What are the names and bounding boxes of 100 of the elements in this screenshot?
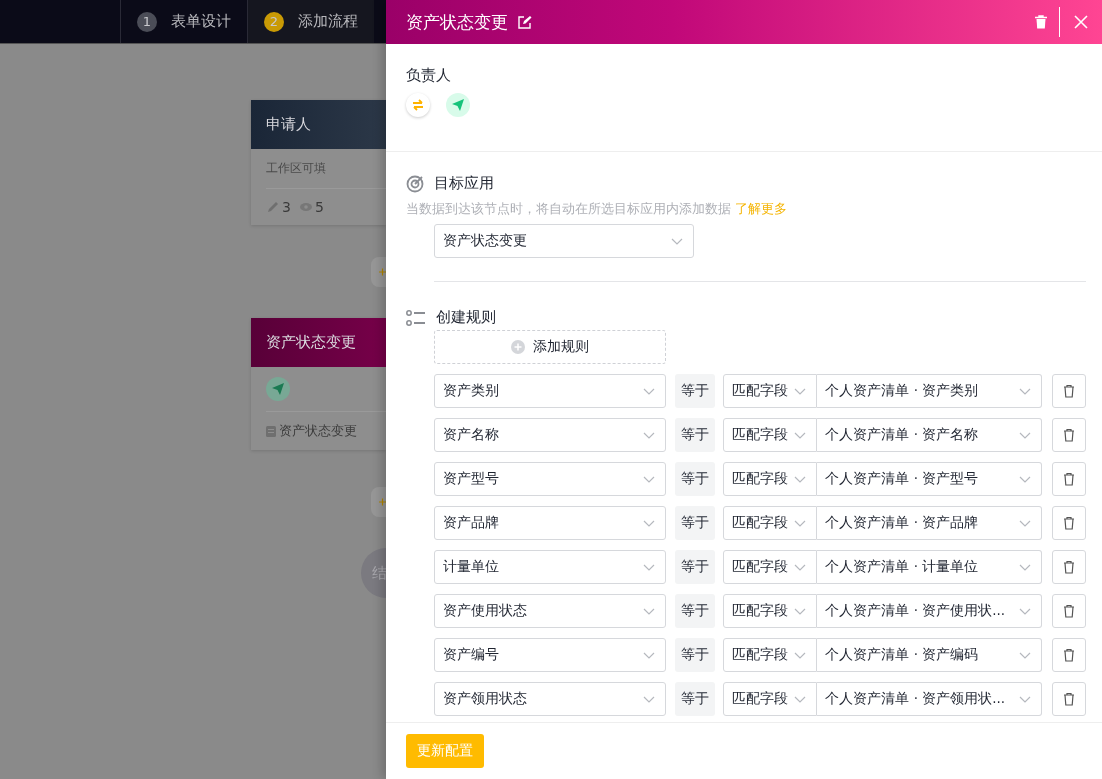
chevron-down-icon — [642, 563, 655, 571]
chevron-down-icon — [642, 519, 655, 527]
pencil-icon — [266, 200, 280, 214]
field-select[interactable]: 资产编号 — [434, 638, 666, 672]
delete-rule-button[interactable] — [1052, 594, 1086, 628]
section-title: 目标应用 — [434, 174, 494, 193]
chevron-down-icon — [642, 695, 655, 703]
chevron-down-icon — [1019, 475, 1031, 483]
section-title: 创建规则 — [436, 308, 496, 327]
edit-icon — [518, 15, 532, 29]
value-select[interactable]: 个人资产清单 · 资产编码 — [817, 638, 1042, 672]
chevron-down-icon — [1019, 387, 1031, 395]
delete-node-button[interactable] — [1035, 15, 1047, 29]
field-select[interactable]: 资产品牌 — [434, 506, 666, 540]
operator-label: 等于 — [674, 682, 715, 716]
delete-rule-button[interactable] — [1052, 638, 1086, 672]
value-select[interactable]: 个人资产清单 · 计量单位 — [817, 550, 1042, 584]
field-select[interactable]: 资产领用状态 — [434, 682, 666, 716]
trash-icon — [1062, 560, 1076, 574]
edit-title-button[interactable] — [518, 15, 532, 29]
operator-label: 等于 — [674, 594, 715, 628]
chevron-down-icon — [794, 651, 807, 659]
list-icon — [406, 309, 426, 326]
chevron-down-icon — [1019, 431, 1031, 439]
chevron-down-icon — [1019, 651, 1031, 659]
operator-label: 等于 — [674, 506, 715, 540]
operator-label: 等于 — [674, 418, 715, 452]
flow-node-card[interactable]: 资产状态变更 资产状态变更 — [251, 318, 386, 450]
target-icon — [406, 174, 424, 193]
add-node-button[interactable] — [371, 257, 386, 287]
value-select[interactable]: 个人资产清单 · 资产品牌 — [817, 506, 1042, 540]
add-node-button[interactable] — [371, 487, 386, 517]
chevron-down-icon — [794, 387, 807, 395]
chevron-down-icon — [642, 387, 655, 395]
value-select[interactable]: 个人资产清单 · 资产使用状... — [817, 594, 1042, 628]
chevron-down-icon — [1019, 563, 1031, 571]
chevron-down-icon — [1019, 607, 1031, 615]
app-select[interactable]: 资产状态变更 — [434, 224, 694, 258]
node-title: 资产状态变更 — [251, 318, 386, 367]
chevron-down-icon — [794, 519, 807, 527]
delete-rule-button[interactable] — [1052, 506, 1086, 540]
trash-icon — [1062, 648, 1076, 662]
mode-select[interactable]: 匹配字段 — [722, 638, 818, 672]
chevron-down-icon — [794, 695, 807, 703]
arrows-icon — [412, 99, 424, 111]
paper-plane-icon — [271, 382, 285, 396]
trash-icon — [1062, 472, 1076, 486]
field-select[interactable]: 资产型号 — [434, 462, 666, 496]
edit-count: 3 — [282, 199, 291, 215]
close-icon — [1074, 15, 1088, 29]
delete-rule-button[interactable] — [1052, 374, 1086, 408]
value-select[interactable]: 个人资产清单 · 资产型号 — [817, 462, 1042, 496]
delete-rule-button[interactable] — [1052, 418, 1086, 452]
node-title: 申请人 — [251, 100, 386, 149]
chevron-down-icon — [1019, 519, 1031, 527]
delete-rule-button[interactable] — [1052, 550, 1086, 584]
value-select[interactable]: 个人资产清单 · 资产领用状... — [817, 682, 1042, 716]
flow-node-card[interactable]: 申请人 工作区可填 3 5 — [251, 100, 386, 225]
delete-rule-button[interactable] — [1052, 462, 1086, 496]
chevron-down-icon — [794, 475, 807, 483]
trash-icon — [1062, 384, 1076, 398]
chevron-down-icon — [794, 563, 807, 571]
field-select[interactable]: 资产类别 — [434, 374, 666, 408]
add-rule-button[interactable]: 添加规则 — [434, 330, 666, 364]
mode-select[interactable]: 匹配字段 — [722, 418, 818, 452]
operator-label: 等于 — [674, 638, 715, 672]
chevron-down-icon — [794, 607, 807, 615]
mode-select[interactable]: 匹配字段 — [722, 374, 818, 408]
hint-text: 当数据到达该节点时，将自动在所选目标应用内添加数据 了解更多 — [406, 201, 788, 218]
trash-icon — [1062, 516, 1076, 530]
close-button[interactable] — [1074, 15, 1088, 29]
chevron-down-icon — [794, 431, 807, 439]
field-select[interactable]: 资产名称 — [434, 418, 666, 452]
value-select[interactable]: 个人资产清单 · 资产类别 — [817, 374, 1042, 408]
field-select[interactable]: 计量单位 — [434, 550, 666, 584]
mode-select[interactable]: 匹配字段 — [722, 462, 818, 496]
owner-label: 负责人 — [406, 66, 452, 85]
mode-select[interactable]: 匹配字段 — [722, 550, 818, 584]
view-count: 5 — [314, 199, 324, 215]
node-target-name: 资产状态变更 — [279, 422, 357, 440]
trash-icon — [1062, 604, 1076, 618]
node-subtitle: 工作区可填 — [265, 160, 327, 177]
chevron-down-icon — [642, 607, 655, 615]
trash-icon — [1062, 428, 1076, 442]
trash-icon — [1035, 15, 1047, 29]
value-select[interactable]: 个人资产清单 · 资产名称 — [817, 418, 1042, 452]
field-select[interactable]: 资产使用状态 — [434, 594, 666, 628]
drawer-title: 资产状态变更 — [406, 10, 508, 34]
operator-label: 等于 — [674, 374, 715, 408]
send-icon[interactable] — [446, 93, 470, 117]
delete-rule-button[interactable] — [1052, 682, 1086, 716]
step-tab[interactable]: 2 添加流程 — [247, 0, 374, 43]
chevron-down-icon — [1019, 695, 1031, 703]
plus-icon — [379, 496, 386, 508]
plus-icon — [379, 266, 386, 278]
mode-select[interactable]: 匹配字段 — [722, 594, 818, 628]
mode-select[interactable]: 匹配字段 — [722, 682, 818, 716]
operator-label: 等于 — [674, 462, 715, 496]
chevron-down-icon — [671, 237, 683, 245]
mode-select[interactable]: 匹配字段 — [722, 506, 818, 540]
